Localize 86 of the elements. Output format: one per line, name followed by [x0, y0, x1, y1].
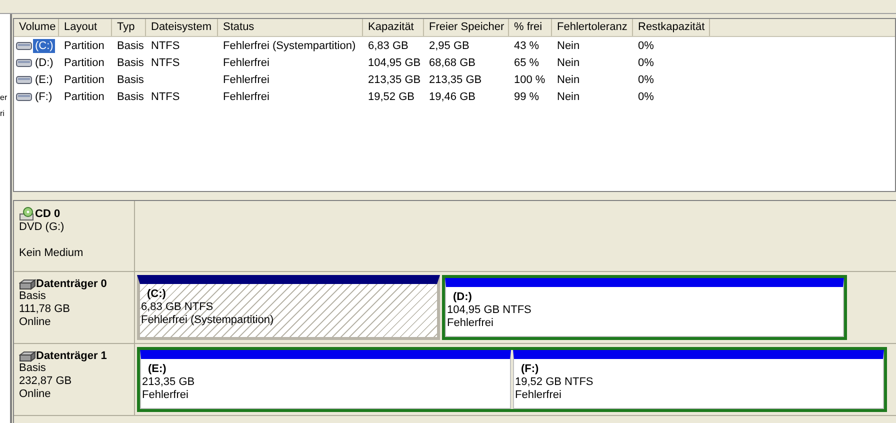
drive-letter[interactable]: (E:) [33, 72, 55, 86]
disk-info: Online [19, 316, 52, 329]
drive-icon [16, 58, 32, 68]
cd-drive-icon [19, 207, 35, 221]
table-cell-text: Basis [116, 56, 145, 68]
partition-label: (E:) [147, 363, 166, 376]
disk-info: 232,87 GB [19, 375, 73, 388]
table-cell-text: NTFS [150, 40, 181, 52]
tree-item-fragment: ri [0, 108, 6, 120]
table-cell-text: Fehlerfrei (Systempartition) [222, 40, 357, 52]
tree-item-fragment: er [0, 92, 8, 104]
table-cell-text: Basis [116, 40, 145, 52]
table-cell-text: NTFS [150, 56, 181, 68]
disk-info: 111,78 GB [19, 303, 71, 316]
disk-info: DVD (G:) [19, 221, 66, 234]
disk-name: Datenträger 1 [36, 350, 107, 362]
partition-label: (C:) [146, 288, 166, 301]
partition-size: 6,83 GB NTFS [141, 301, 214, 314]
drive-icon [16, 74, 32, 84]
column-header[interactable]: Dateisystem [146, 19, 218, 36]
column-header[interactable]: % frei [509, 19, 552, 36]
column-header[interactable]: Freier Speicher [424, 19, 509, 36]
partition-block[interactable]: (F:) 19,52 GB NTFS Fehlerfrei [513, 350, 884, 409]
table-cell-text: 43 % [513, 40, 540, 52]
table-cell-text: Fehlerfrei [222, 90, 270, 102]
table-cell-text: 213,35 GB [367, 74, 422, 86]
drive-letter[interactable]: (D:) [33, 56, 56, 70]
drive-icon [16, 92, 32, 102]
table-cell-text: 0% [637, 56, 655, 68]
column-header[interactable]: Volume [14, 19, 59, 36]
partition-label: (F:) [520, 363, 539, 376]
table-cell-text: Basis [116, 74, 145, 86]
table-cell-text: 2,95 GB [428, 40, 470, 52]
table-cell-text: 6,83 GB [367, 40, 410, 52]
table-cell-text: 213,35 GB [428, 74, 483, 86]
partition-label: (D:) [452, 291, 472, 304]
disk-info: Basis [19, 362, 47, 375]
table-cell-text: 68,68 GB [428, 56, 476, 68]
column-header[interactable]: Layout [59, 19, 112, 36]
table-cell-text: Nein [556, 56, 581, 68]
table-cell-text: 0% [637, 74, 655, 86]
table-cell-text: Nein [556, 90, 581, 102]
disk-name: CD 0 [35, 208, 60, 220]
column-header[interactable]: Kapazität [363, 19, 424, 36]
partition-block[interactable]: (E:) 213,35 GB Fehlerfrei [140, 350, 511, 409]
table-cell-text: Nein [556, 74, 581, 86]
column-header[interactable]: Status [218, 19, 363, 36]
table-cell-text: Fehlerfrei [222, 74, 270, 86]
partition-block[interactable]: (C:) 6,83 GB NTFS Fehlerfrei (Systempartition) [137, 275, 440, 340]
partition-status: Fehlerfrei [515, 389, 562, 402]
partition-status: Fehlerfrei (Systempartition) [141, 314, 274, 327]
table-cell-text: 99 % [513, 90, 540, 102]
table-cell-text: Partition [63, 90, 106, 102]
table-cell-text: Partition [63, 74, 106, 86]
partition-size: 213,35 GB [142, 376, 195, 389]
table-cell-text: 100 % [513, 74, 546, 86]
table-cell-text: 65 % [513, 56, 540, 68]
partition-status: Fehlerfrei [142, 389, 188, 402]
disk-info: Basis [19, 290, 47, 303]
partition-size: 104,95 GB NTFS [447, 304, 532, 317]
drive-letter[interactable]: (C:) [33, 38, 56, 52]
table-cell-text: 19,52 GB [367, 90, 416, 102]
partition-size: 19,52 GB NTFS [515, 376, 594, 389]
table-cell-text: 0% [637, 40, 655, 52]
table-cell-text: 104,95 GB [367, 56, 422, 68]
table-cell-text: Basis [116, 90, 145, 102]
column-header[interactable]: Fehlertoleranz [552, 19, 633, 36]
column-header[interactable]: Typ [112, 19, 146, 36]
table-cell-text: 0% [637, 90, 655, 102]
disk-name: Datenträger 0 [36, 278, 107, 290]
drive-icon [16, 40, 32, 50]
table-cell-text: Partition [63, 40, 106, 52]
hard-disk-icon [19, 278, 36, 290]
table-cell-text: Nein [556, 40, 581, 52]
table-cell-text: Fehlerfrei [222, 56, 270, 68]
partition-block[interactable]: (D:) 104,95 GB NTFS Fehlerfrei [445, 278, 844, 337]
drive-letter[interactable]: (F:) [33, 90, 54, 104]
table-cell-text: NTFS [150, 90, 181, 102]
partition-status: Fehlerfrei [447, 317, 494, 330]
disk-info: Kein Medium [19, 247, 84, 260]
disk-info: Online [19, 388, 52, 401]
table-cell-text: Partition [63, 56, 106, 68]
column-header[interactable]: Restkapazität [633, 19, 710, 36]
table-cell-text: 19,46 GB [428, 90, 476, 102]
splitter-bar[interactable] [13, 191, 896, 201]
hard-disk-icon [19, 350, 36, 362]
